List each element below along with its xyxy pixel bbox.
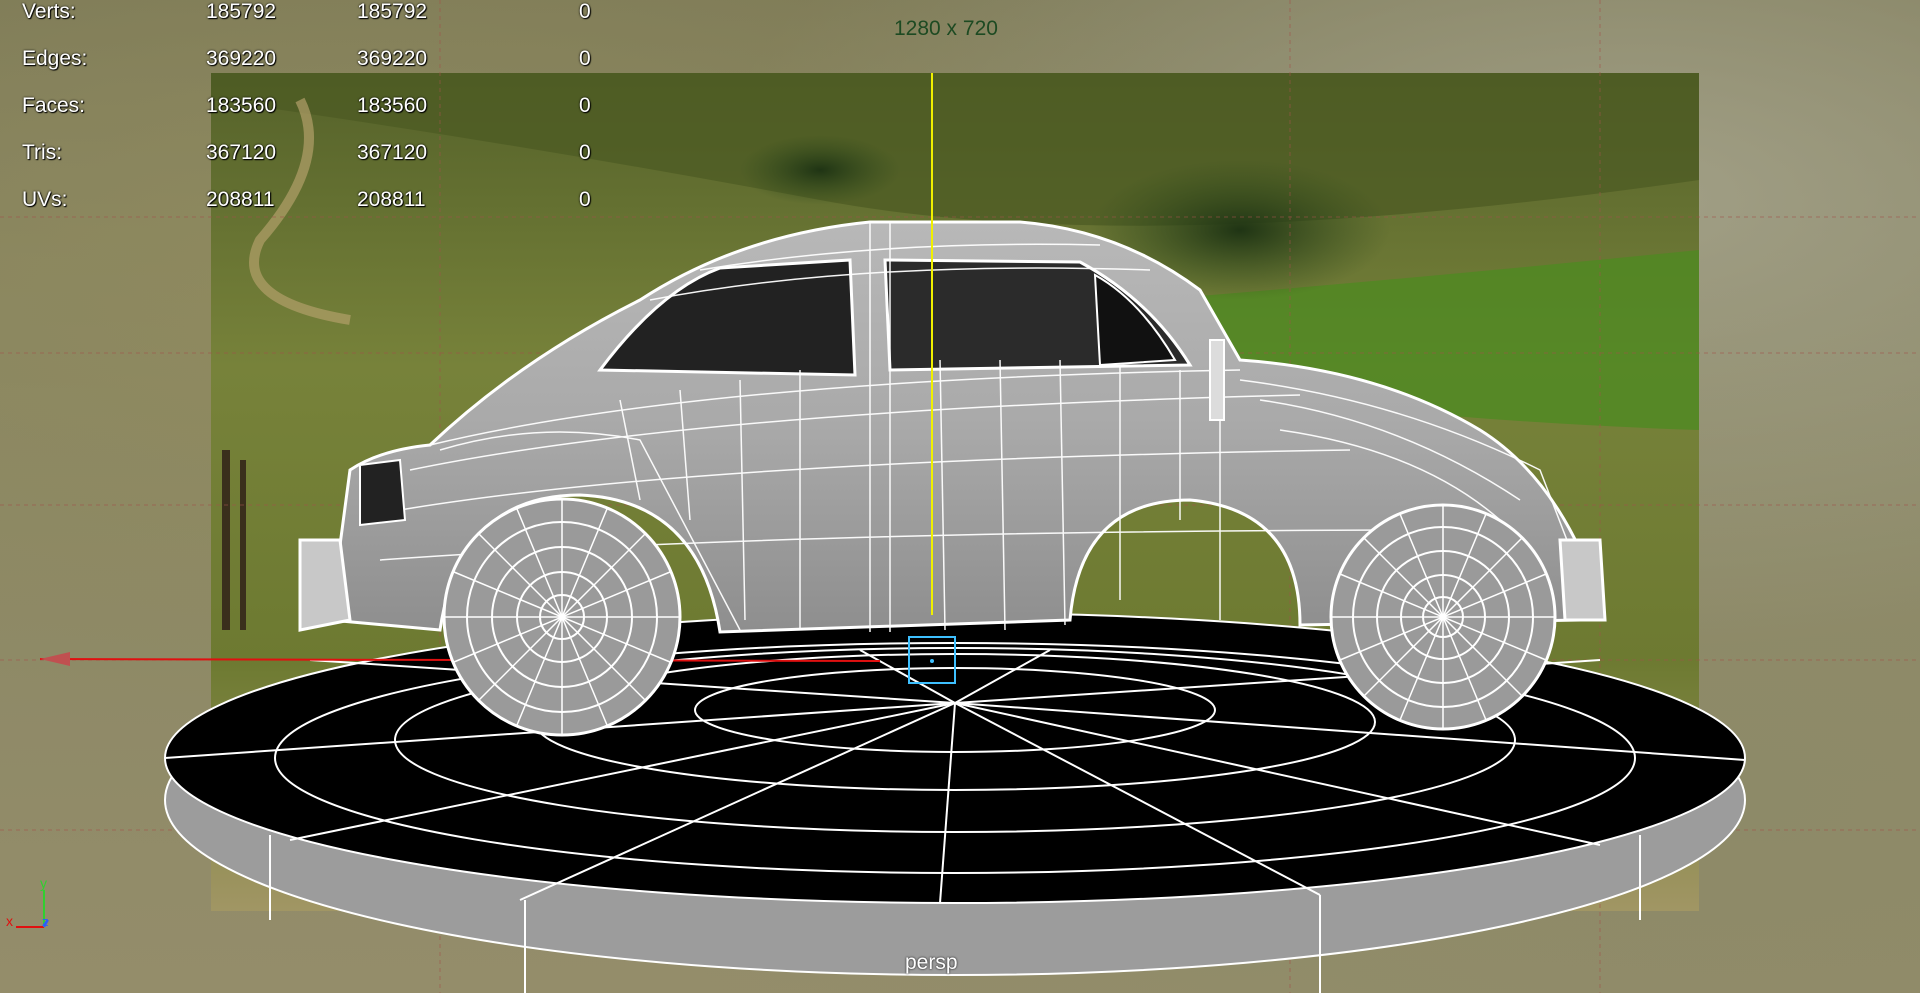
axis-y-label: y [40,875,47,891]
hud-verts-label: Verts: [22,0,76,23]
hud-faces-value-3: 0 [579,94,591,117]
hud-tris-value-1: 367120 [206,141,277,164]
hud-verts-value-3: 0 [579,0,591,23]
hud-edges-value-2: 369220 [357,47,428,70]
hud-tris-value-2: 367120 [357,141,428,164]
axis-x-label: x [6,913,13,929]
scene-canvas[interactable]: x y z [0,0,1920,993]
resolution-gate-label: 1280 x 720 [894,17,998,40]
hud-uvs-value-3: 0 [579,188,591,211]
axis-z-label: z [42,914,49,929]
hud-uvs-value-1: 208811 [206,188,275,211]
manipulator-pivot[interactable] [930,659,934,663]
hud-edges-value-3: 0 [579,47,591,70]
hud-tris-value-3: 0 [579,141,591,164]
rear-wheel[interactable] [442,497,682,737]
x-axis-arrow [40,652,70,666]
hud-verts-value-1: 185792 [206,0,277,23]
hud-uvs-label: UVs: [22,188,68,211]
hud-edges-label: Edges: [22,47,88,70]
hud-edges-value-1: 369220 [206,47,277,70]
hud-faces-value-2: 183560 [357,94,428,117]
maya-perspective-viewport[interactable]: x y z 1280 x 720 Verts: 185792 185792 0 … [0,0,1920,993]
hud-tris-label: Tris: [22,141,63,164]
camera-name-label: persp [905,951,958,974]
hud-uvs-value-2: 208811 [357,188,426,211]
hud-faces-label: Faces: [22,94,86,117]
front-wheel[interactable] [1329,503,1557,731]
hud-faces-value-1: 183560 [206,94,277,117]
hud-verts-value-2: 185792 [357,0,428,23]
view-axis-indicator: x y z [6,875,49,929]
